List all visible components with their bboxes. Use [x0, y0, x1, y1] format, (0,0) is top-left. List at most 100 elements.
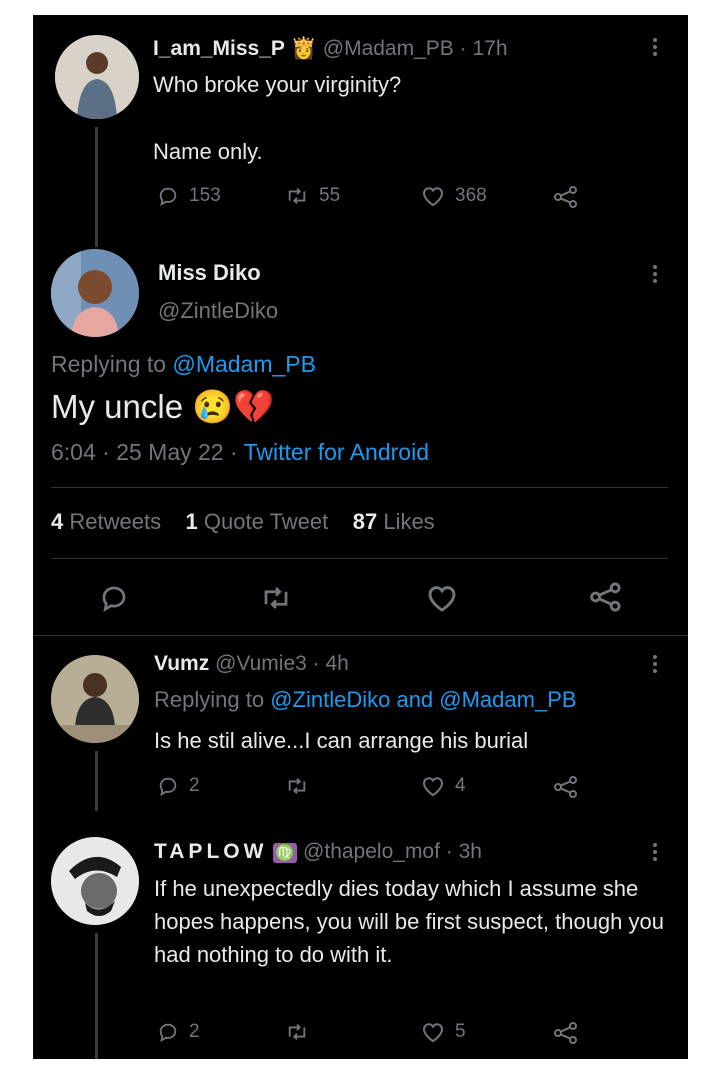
quotes-stat[interactable]: 1 Quote Tweet	[186, 509, 329, 534]
reply-button[interactable]: 2	[157, 1021, 200, 1043]
source-link[interactable]: Twitter for Android	[244, 439, 429, 465]
main-meta: 6:04 · 25 May 22 · Twitter for Android	[51, 439, 429, 466]
avatar-madam-pb[interactable]	[55, 35, 139, 119]
heart-icon	[428, 586, 456, 612]
reply-icon	[159, 187, 177, 207]
tweet-text-line1: Who broke your virginity?	[153, 72, 402, 97]
more-options-icon[interactable]	[653, 265, 657, 286]
like-button[interactable]: 5	[421, 1021, 466, 1043]
main-share-button[interactable]	[589, 581, 623, 618]
likes-stat[interactable]: 87 Likes	[353, 509, 435, 534]
like-button[interactable]: 368	[421, 185, 487, 207]
reply-icon	[159, 777, 177, 797]
share-button[interactable]	[553, 1021, 579, 1045]
share-icon	[554, 776, 577, 798]
tweet-text-line2: Name only.	[153, 139, 263, 164]
retweet-icon	[288, 1024, 306, 1040]
replying-label: Replying to	[51, 351, 167, 377]
divider	[51, 558, 668, 559]
share-button[interactable]	[553, 775, 579, 799]
tweet1-header: I_am_Miss_P 👸 @Madam_PB · 17h	[153, 37, 508, 61]
timestamp: · 4h	[312, 652, 349, 675]
quotes-label: Quote Tweet	[203, 509, 329, 534]
reply-icon	[102, 586, 126, 612]
main-handle[interactable]: @ZintleDiko	[158, 298, 278, 324]
emoji: 😢💔	[192, 388, 275, 425]
reply-button[interactable]: 2	[157, 775, 200, 797]
thread-line	[95, 751, 98, 811]
display-name[interactable]: I_am_Miss_P	[153, 37, 285, 60]
badge-emoji: ♍	[273, 843, 298, 863]
reply-count: 153	[189, 185, 221, 206]
reply2-header: TAPLOW ♍ @thapelo_mof · 3h	[154, 840, 482, 864]
retweet-button[interactable]	[285, 775, 319, 797]
divider	[33, 635, 688, 636]
more-options-icon[interactable]	[653, 38, 657, 59]
main-like-button[interactable]	[426, 583, 458, 618]
reply-icon	[159, 1023, 177, 1043]
heart-icon	[422, 187, 444, 207]
main-tweet-text: My uncle 😢💔	[51, 385, 274, 429]
main-text: My uncle	[51, 388, 184, 425]
reply-text: If he unexpectedly dies today which I as…	[154, 876, 664, 967]
heart-icon	[422, 777, 444, 797]
more-options-icon[interactable]	[653, 843, 657, 864]
share-icon	[590, 582, 621, 612]
timestamp: · 3h	[445, 840, 482, 863]
handle[interactable]: @thapelo_mof	[303, 840, 440, 863]
share-button[interactable]	[553, 185, 579, 209]
main-stats: 4 Retweets 1 Quote Tweet 87 Likes	[51, 509, 435, 535]
main-display-name[interactable]: Miss Diko	[158, 260, 261, 286]
divider	[51, 487, 668, 488]
likes-label: Likes	[383, 509, 435, 534]
retweet-button[interactable]: 55	[285, 185, 340, 207]
share-icon	[554, 1022, 577, 1044]
retweets-count: 4	[51, 509, 64, 534]
like-button[interactable]: 4	[421, 775, 466, 797]
replying-to: Replying to @ZintleDiko and @Madam_PB	[154, 687, 577, 713]
thread-line	[95, 933, 98, 1059]
retweet-button[interactable]	[285, 1021, 319, 1043]
display-name[interactable]: Vumz	[154, 652, 209, 675]
reply-count: 2	[189, 1021, 200, 1042]
like-count: 368	[455, 185, 487, 206]
display-name[interactable]: TAPLOW	[154, 840, 267, 863]
tweet-thread-screen: I_am_Miss_P 👸 @Madam_PB · 17h Who broke …	[33, 15, 688, 1059]
badge-emoji: 👸	[290, 37, 317, 60]
reply-count: 2	[189, 775, 200, 796]
replying-to-link[interactable]: @ZintleDiko and @Madam_PB	[270, 687, 576, 712]
avatar-thapelo-mof[interactable]	[51, 837, 139, 925]
avatar-vumie3[interactable]	[51, 655, 139, 743]
quotes-count: 1	[185, 509, 198, 534]
timestamp: · 17h	[459, 37, 508, 60]
reply-text: Is he stil alive...I can arrange his bur…	[154, 728, 529, 753]
main-retweet-button[interactable]	[259, 583, 293, 618]
avatar-image	[51, 249, 139, 337]
reply1-header: Vumz @Vumie3 · 4h	[154, 652, 349, 676]
retweet-count: 55	[319, 185, 341, 206]
reply-button[interactable]: 153	[157, 185, 221, 207]
retweets-stat[interactable]: 4 Retweets	[51, 509, 161, 534]
thread-line	[95, 127, 98, 247]
retweet-icon	[264, 587, 288, 609]
main-reply-button[interactable]	[99, 583, 129, 618]
replying-to-link[interactable]: @Madam_PB	[172, 351, 316, 377]
more-options-icon[interactable]	[653, 655, 657, 676]
avatar-image	[51, 837, 139, 925]
heart-icon	[422, 1023, 444, 1043]
like-count: 4	[455, 775, 466, 796]
retweets-label: Retweets	[69, 509, 162, 534]
replying-to: Replying to @Madam_PB	[51, 351, 316, 378]
like-count: 5	[455, 1021, 466, 1042]
share-icon	[554, 186, 577, 208]
handle[interactable]: @Vumie3	[215, 652, 307, 675]
retweet-icon	[288, 778, 306, 794]
handle[interactable]: @Madam_PB	[323, 37, 454, 60]
avatar-image	[55, 35, 139, 119]
avatar-image	[51, 655, 139, 743]
retweet-icon	[288, 188, 306, 204]
main-timestamp: 6:04 · 25 May 22 ·	[51, 439, 244, 465]
avatar-zintlediko[interactable]	[51, 249, 139, 337]
likes-count: 87	[352, 509, 378, 534]
replying-label: Replying to	[154, 687, 265, 712]
